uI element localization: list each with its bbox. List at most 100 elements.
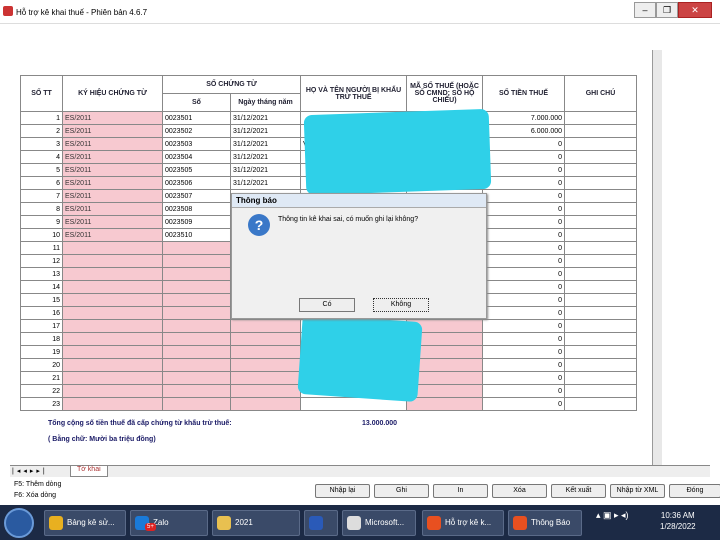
row-number[interactable]: 12 xyxy=(20,254,63,268)
ky-hieu-cell[interactable]: ES/2011 xyxy=(62,137,163,151)
so-cell[interactable]: 0023501 xyxy=(162,111,231,125)
so-tien-cell[interactable]: 0 xyxy=(482,371,566,385)
ky-hieu-cell[interactable]: ES/2011 xyxy=(62,228,163,242)
so-tien-cell[interactable]: 7.000.000 xyxy=(482,111,566,125)
row-number[interactable]: 10 xyxy=(20,228,63,242)
ghi-chu-cell[interactable] xyxy=(564,306,638,320)
row-number[interactable]: 19 xyxy=(20,345,63,359)
so-cell[interactable] xyxy=(162,241,231,255)
restore-button[interactable]: ❐ xyxy=(656,2,678,18)
ky-hieu-cell[interactable] xyxy=(62,384,163,398)
task-zalo[interactable]: Zalo 5+ xyxy=(130,510,208,536)
ghi-chu-cell[interactable] xyxy=(564,124,638,138)
row-number[interactable]: 1 xyxy=(20,111,63,125)
ghi-chu-cell[interactable] xyxy=(564,111,638,125)
so-cell[interactable] xyxy=(162,358,231,372)
row-number[interactable]: 15 xyxy=(20,293,63,307)
so-tien-cell[interactable]: 0 xyxy=(482,358,566,372)
ngay-cell[interactable]: 31/12/2021 xyxy=(229,176,302,190)
ghi-chu-cell[interactable] xyxy=(564,137,638,151)
so-tien-cell[interactable]: 0 xyxy=(482,202,566,216)
ngay-cell[interactable] xyxy=(229,345,302,359)
task-chrome[interactable]: Bảng kê sử... xyxy=(44,510,126,536)
so-tien-cell[interactable]: 0 xyxy=(482,280,566,294)
ngay-cell[interactable]: 31/12/2021 xyxy=(229,150,302,164)
task-htkk[interactable]: Hỗ trợ kê k... xyxy=(422,510,504,536)
ghi-chu-cell[interactable] xyxy=(564,241,638,255)
row-number[interactable]: 11 xyxy=(20,241,63,255)
ghi-chu-cell[interactable] xyxy=(564,150,638,164)
ky-hieu-cell[interactable]: ES/2011 xyxy=(62,150,163,164)
so-cell[interactable]: 0023510 xyxy=(162,228,231,242)
row-number[interactable]: 17 xyxy=(20,319,63,333)
so-cell[interactable]: 0023504 xyxy=(162,150,231,164)
ky-hieu-cell[interactable] xyxy=(62,241,163,255)
delete-button[interactable]: Xóa xyxy=(492,484,547,498)
ky-hieu-cell[interactable]: ES/2011 xyxy=(62,176,163,190)
ngay-cell[interactable] xyxy=(229,319,302,333)
row-number[interactable]: 16 xyxy=(20,306,63,320)
so-tien-cell[interactable]: 0 xyxy=(482,137,566,151)
row-number[interactable]: 18 xyxy=(20,332,63,346)
row-number[interactable]: 3 xyxy=(20,137,63,151)
ky-hieu-cell[interactable] xyxy=(62,345,163,359)
close-button[interactable]: ✕ xyxy=(678,2,712,18)
ngay-cell[interactable] xyxy=(229,371,302,385)
ghi-chu-cell[interactable] xyxy=(564,332,638,346)
ghi-chu-cell[interactable] xyxy=(564,293,638,307)
so-cell[interactable]: 0023505 xyxy=(162,163,231,177)
ky-hieu-cell[interactable] xyxy=(62,306,163,320)
row-number[interactable]: 14 xyxy=(20,280,63,294)
so-cell[interactable] xyxy=(162,332,231,346)
task-folder[interactable]: 2021 xyxy=(212,510,300,536)
so-cell[interactable] xyxy=(162,319,231,333)
ky-hieu-cell[interactable] xyxy=(62,332,163,346)
ghi-chu-cell[interactable] xyxy=(564,254,638,268)
ghi-chu-cell[interactable] xyxy=(564,215,638,229)
ky-hieu-cell[interactable] xyxy=(62,293,163,307)
ngay-cell[interactable]: 31/12/2021 xyxy=(229,111,302,125)
so-cell[interactable]: 0023503 xyxy=(162,137,231,151)
ky-hieu-cell[interactable] xyxy=(62,358,163,372)
so-cell[interactable] xyxy=(162,280,231,294)
start-button[interactable] xyxy=(4,508,34,538)
clock[interactable]: 10:36 AM 1/28/2022 xyxy=(660,510,696,532)
so-tien-cell[interactable]: 0 xyxy=(482,163,566,177)
save-button[interactable]: Ghi xyxy=(374,484,429,498)
reset-button[interactable]: Nhập lại xyxy=(315,484,370,498)
row-number[interactable]: 5 xyxy=(20,163,63,177)
ky-hieu-cell[interactable] xyxy=(62,371,163,385)
so-cell[interactable] xyxy=(162,267,231,281)
ngay-cell[interactable]: 31/12/2021 xyxy=(229,137,302,151)
so-cell[interactable] xyxy=(162,371,231,385)
ky-hieu-cell[interactable] xyxy=(62,280,163,294)
so-tien-cell[interactable]: 0 xyxy=(482,384,566,398)
so-tien-cell[interactable]: 0 xyxy=(482,306,566,320)
so-tien-cell[interactable]: 0 xyxy=(482,319,566,333)
ky-hieu-cell[interactable] xyxy=(62,267,163,281)
ngay-cell[interactable] xyxy=(229,332,302,346)
ky-hieu-cell[interactable]: ES/2011 xyxy=(62,163,163,177)
task-word[interactable] xyxy=(304,510,338,536)
row-number[interactable]: 6 xyxy=(20,176,63,190)
task-microsoft[interactable]: Microsoft... xyxy=(342,510,416,536)
so-tien-cell[interactable]: 0 xyxy=(482,293,566,307)
ky-hieu-cell[interactable] xyxy=(62,319,163,333)
ghi-chu-cell[interactable] xyxy=(564,228,638,242)
row-number[interactable]: 8 xyxy=(20,202,63,216)
system-tray[interactable]: ▴ ▣ ▸ ◂) xyxy=(596,510,629,521)
ky-hieu-cell[interactable]: ES/2011 xyxy=(62,124,163,138)
ky-hieu-cell[interactable]: ES/2011 xyxy=(62,111,163,125)
ghi-chu-cell[interactable] xyxy=(564,358,638,372)
mst-cell[interactable] xyxy=(406,397,484,411)
so-cell[interactable]: 0023506 xyxy=(162,176,231,190)
row-number[interactable]: 20 xyxy=(20,358,63,372)
row-number[interactable]: 23 xyxy=(20,397,63,411)
ngay-cell[interactable] xyxy=(229,384,302,398)
so-tien-cell[interactable]: 0 xyxy=(482,189,566,203)
row-number[interactable]: 13 xyxy=(20,267,63,281)
row-number[interactable]: 7 xyxy=(20,189,63,203)
ngay-cell[interactable]: 31/12/2021 xyxy=(229,124,302,138)
so-cell[interactable]: 0023507 xyxy=(162,189,231,203)
ghi-chu-cell[interactable] xyxy=(564,280,638,294)
